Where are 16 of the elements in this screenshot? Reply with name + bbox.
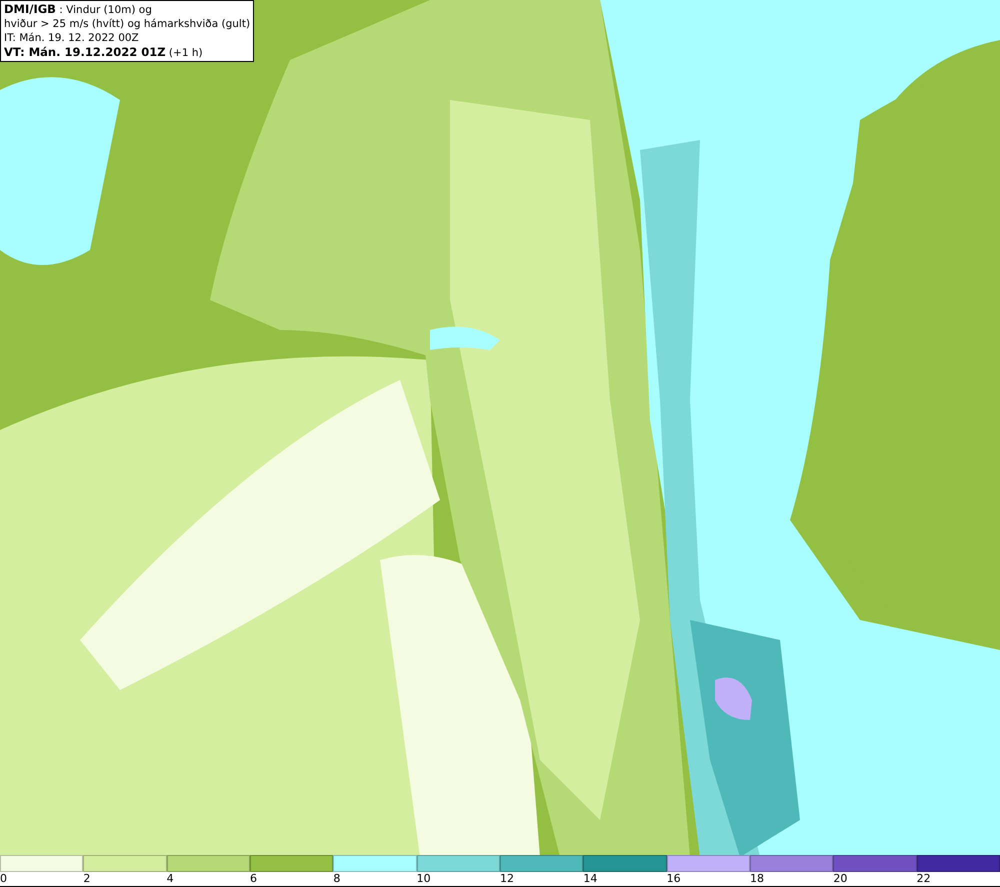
title-line: IT: Mán. 19. 12. 2022 00Z: [4, 31, 140, 45]
legend-label: 12: [500, 872, 514, 886]
legend-label: 10: [416, 872, 431, 886]
legend-label: 20: [833, 872, 848, 886]
legend-label: 2: [83, 872, 90, 886]
legend-label: 18: [750, 872, 764, 886]
legend-label: 0: [0, 872, 7, 886]
legend-label: 8: [333, 872, 340, 886]
legend-label: 6: [250, 872, 257, 886]
legend-label: 22: [916, 872, 931, 886]
legend-label: 4: [166, 872, 174, 886]
legend-label: 16: [666, 872, 681, 886]
title-line: hviður > 25 m/s (hvítt) og hámarkshviða (gult): [4, 17, 250, 31]
title-line: DMI/IGB : Vindur (10m) og: [4, 2, 153, 17]
title-line: VT: Mán. 19.12.2022 01Z (+1 h): [4, 45, 204, 60]
legend-label: 14: [583, 872, 598, 886]
